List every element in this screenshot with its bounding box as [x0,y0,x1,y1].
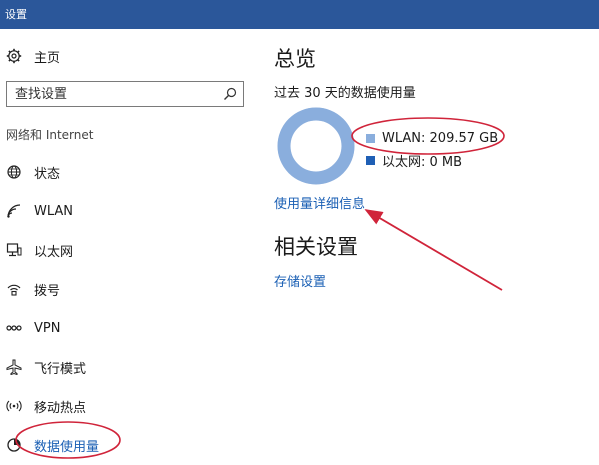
legend-item-wlan: WLAN: 209.57 GB [366,127,498,149]
search-input[interactable] [7,82,223,106]
ethernet-icon [6,243,22,257]
data-usage-icon [7,438,21,452]
legend-label: 以太网: 0 MB [382,154,463,170]
sidebar-item-label: 状态 [34,166,61,182]
sidebar: 主页 网络和 Internet 状态 WLAN [0,29,255,465]
legend-label: WLAN: 209.57 GB [382,130,499,146]
legend-swatch-wlan [366,133,375,143]
vpn-icon [6,325,22,331]
home-label: 主页 [34,50,61,66]
section-label: 网络和 Internet [6,128,94,142]
sidebar-item-dialup[interactable]: 拨号 [6,277,246,301]
usage-period-label: 过去 30 天的数据使用量 [274,86,416,101]
usage-details-link[interactable]: 使用量详细信息 [274,193,365,212]
sidebar-item-ethernet[interactable]: 以太网 [6,238,246,262]
hotspot-icon [6,400,22,412]
sidebar-item-label: 数据使用量 [34,439,100,455]
sidebar-item-label: 以太网 [34,244,74,260]
legend-swatch-ethernet [366,155,375,165]
home-nav[interactable]: 主页 [6,45,60,67]
sidebar-item-label: WLAN [34,203,74,219]
window-title: 设置 [0,0,599,29]
storage-settings-link[interactable]: 存储设置 [274,271,326,290]
usage-donut-chart [277,107,355,185]
sidebar-item-status[interactable]: 状态 [6,160,246,184]
search-box[interactable] [6,81,244,107]
sidebar-item-label: 拨号 [34,283,61,299]
sidebar-item-label: VPN [34,320,61,336]
donut-segment-wlan [277,107,355,185]
sidebar-item-airplane-mode[interactable]: 飞行模式 [6,355,246,379]
related-settings-heading: 相关设置 [274,235,358,259]
gear-icon [6,48,22,64]
page-title: 总览 [274,47,316,71]
sidebar-item-wlan[interactable]: WLAN [6,199,246,223]
sidebar-item-label: 飞行模式 [34,361,87,377]
search-icon[interactable] [223,87,237,101]
sidebar-item-mobile-hotspot[interactable]: 移动热点 [6,394,246,418]
wifi-icon [7,204,21,218]
globe-icon [7,165,21,179]
dialup-icon [7,284,21,296]
sidebar-item-data-usage[interactable]: 数据使用量 [6,433,246,457]
legend-item-ethernet: 以太网: 0 MB [366,149,498,171]
usage-legend: WLAN: 209.57 GB 以太网: 0 MB [366,127,498,171]
sidebar-item-vpn[interactable]: VPN [6,316,246,340]
sidebar-item-label: 移动热点 [34,400,87,416]
airplane-icon [6,359,22,375]
main-content: 总览 过去 30 天的数据使用量 WLAN: 209.57 GB 以太网: 0 … [274,29,594,465]
